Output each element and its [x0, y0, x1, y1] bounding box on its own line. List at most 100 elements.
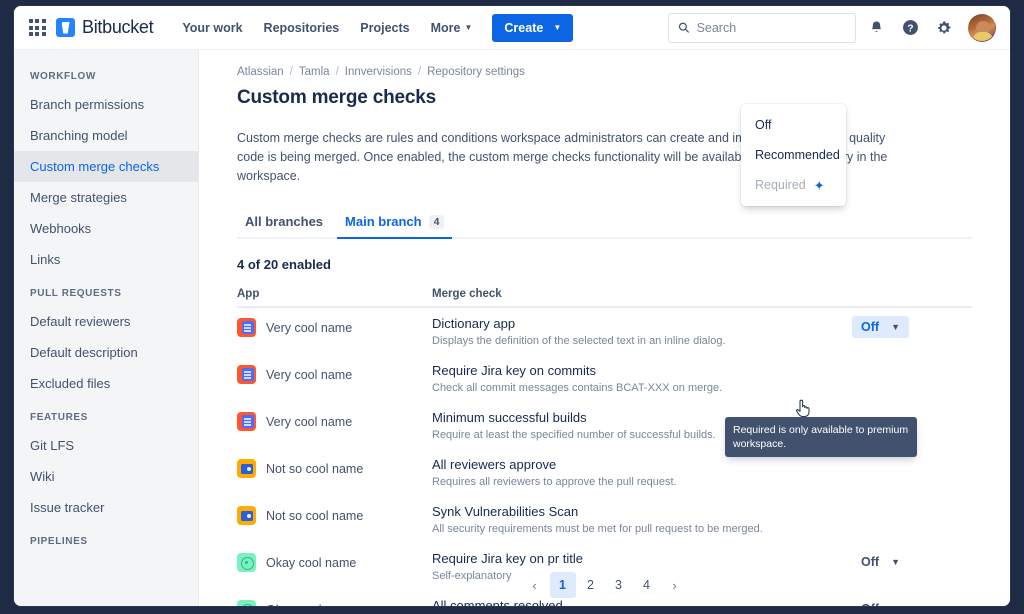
- merge-check-title: Dictionary app: [432, 316, 516, 331]
- breadcrumb-separator: /: [289, 66, 293, 78]
- sidebar-item-default-reviewers[interactable]: Default reviewers: [14, 306, 198, 337]
- tab-main-branch-label: Main branch: [345, 214, 422, 229]
- merge-check-cell: Synk Vulnerabilities Scan All security r…: [432, 503, 852, 537]
- nav-more[interactable]: More ▼: [422, 15, 482, 41]
- app-switcher-grid-icon[interactable]: [24, 15, 50, 41]
- sidebar-heading-pipelines: PIPELINES: [30, 536, 88, 547]
- dictionary-app-icon: [237, 365, 256, 384]
- page-title: Custom merge checks: [237, 87, 436, 108]
- sidebar-item-branching-model[interactable]: Branching model: [14, 120, 198, 151]
- state-cell: Off ▼: [852, 550, 972, 573]
- dropdown-option-required-label: Required: [755, 178, 806, 192]
- tab-main-branch-badge: 4: [428, 214, 445, 229]
- nav-projects[interactable]: Projects: [351, 15, 418, 41]
- search-box[interactable]: [668, 12, 856, 43]
- search-input[interactable]: [696, 20, 846, 35]
- merge-check-description: All security requirements must be met fo…: [432, 523, 763, 535]
- sidebar-item-git-lfs[interactable]: Git LFS: [14, 430, 198, 461]
- dropdown-option-off-label: Off: [755, 118, 772, 132]
- merge-check-cell: All comments resolved All comments on th…: [432, 597, 852, 606]
- state-dropdown-button[interactable]: Off ▼: [852, 316, 909, 338]
- tab-all-branches-label: All branches: [245, 214, 324, 229]
- merge-check-cell: Require Jira key on commits Check all co…: [432, 362, 852, 396]
- sidebar-heading-features: FEATURES: [30, 412, 88, 423]
- wallet-app-icon: [237, 506, 256, 525]
- breadcrumb-item-tamla[interactable]: Tamla: [299, 66, 330, 78]
- branch-tabs: All branches Main branch 4: [237, 208, 972, 239]
- state-dropdown-menu: Off Recommended Required ✦: [741, 104, 846, 206]
- chevron-down-icon: ▼: [891, 322, 900, 332]
- tab-main-branch[interactable]: Main branch 4: [337, 208, 453, 239]
- merge-check-title: Require Jira key on commits: [432, 363, 596, 378]
- enabled-count: 4 of 20 enabled: [237, 257, 331, 272]
- bitbucket-logo[interactable]: Bitbucket: [56, 17, 154, 38]
- sidebar-item-wiki[interactable]: Wiki: [14, 461, 198, 492]
- sidebar-heading-pull-requests: PULL REQUESTS: [30, 288, 122, 299]
- create-button[interactable]: Create ▼: [492, 13, 574, 42]
- nav-repositories-label: Repositories: [263, 20, 340, 35]
- app-cell: Not so cool name: [237, 456, 432, 478]
- pagination-next-button[interactable]: ›: [662, 572, 688, 598]
- help-icon[interactable]: ?: [896, 14, 924, 42]
- pagination-page-1[interactable]: 1: [549, 572, 576, 598]
- sidebar-item-merge-strategies[interactable]: Merge strategies: [14, 182, 198, 213]
- svg-text:?: ?: [907, 23, 913, 34]
- app-cell: Very cool name: [237, 409, 432, 431]
- pagination-page-2[interactable]: 2: [578, 572, 604, 598]
- nav-more-label: More: [430, 20, 461, 35]
- merge-check-description: Check all commit messages contains BCAT-…: [432, 382, 723, 394]
- nav-repositories[interactable]: Repositories: [255, 15, 349, 41]
- table-header-row: App Merge check: [237, 288, 972, 308]
- state-cell: [852, 362, 972, 363]
- atom-app-icon: [237, 553, 256, 572]
- brand-name: Bitbucket: [82, 17, 154, 37]
- table-row: Not so cool name Synk Vulnerabilities Sc…: [237, 496, 972, 543]
- main-content: Atlassian / Tamla / Innvervisions / Repo…: [199, 50, 1010, 606]
- breadcrumb-item-atlassian[interactable]: Atlassian: [237, 66, 284, 78]
- create-button-label: Create: [504, 20, 544, 35]
- settings-sidebar: WORKFLOW Branch permissions Branching mo…: [14, 50, 199, 606]
- app-name: Not so cool name: [266, 508, 364, 523]
- pagination: ‹ 1 2 3 4 ›: [199, 572, 1010, 598]
- breadcrumb-item-repository-settings[interactable]: Repository settings: [427, 66, 525, 78]
- merge-check-description: Requires all reviewers to approve the pu…: [432, 476, 677, 488]
- state-cell: Off ▼: [852, 315, 972, 338]
- sidebar-item-custom-merge-checks[interactable]: Custom merge checks: [14, 151, 198, 182]
- breadcrumb-separator: /: [417, 66, 422, 78]
- sidebar-item-branch-permissions[interactable]: Branch permissions: [14, 89, 198, 120]
- breadcrumb-item-innvervisions[interactable]: Innvervisions: [345, 66, 412, 78]
- settings-gear-icon[interactable]: [930, 14, 958, 42]
- sidebar-item-excluded-files[interactable]: Excluded files: [14, 368, 198, 399]
- app-cell: Very cool name: [237, 362, 432, 384]
- state-dropdown-button[interactable]: Off ▼: [852, 551, 909, 573]
- sidebar-item-webhooks[interactable]: Webhooks: [14, 213, 198, 244]
- sidebar-item-default-description[interactable]: Default description: [14, 337, 198, 368]
- state-dropdown-value: Off: [861, 602, 879, 606]
- breadcrumb-separator: /: [335, 66, 339, 78]
- pagination-prev-button[interactable]: ‹: [522, 572, 548, 598]
- dropdown-option-recommended[interactable]: Recommended: [741, 140, 846, 170]
- merge-check-cell: All reviewers approve Requires all revie…: [432, 456, 852, 490]
- state-cell: Off ▼: [852, 597, 972, 606]
- state-dropdown-button[interactable]: Off ▼: [852, 598, 909, 606]
- dropdown-option-required[interactable]: Required ✦: [741, 170, 846, 200]
- app-name: Very cool name: [266, 414, 353, 429]
- column-header-app: App: [237, 288, 260, 300]
- chevron-down-icon: ▼: [464, 23, 473, 32]
- nav-your-work[interactable]: Your work: [173, 15, 251, 41]
- user-avatar[interactable]: [968, 13, 996, 42]
- dropdown-option-off[interactable]: Off: [741, 110, 846, 140]
- chevron-down-icon: ▼: [891, 557, 900, 567]
- notifications-icon[interactable]: [862, 14, 890, 42]
- premium-tooltip: Required is only available to premium wo…: [725, 417, 917, 457]
- sidebar-item-links[interactable]: Links: [14, 244, 198, 275]
- premium-sparkle-icon: ✦: [813, 177, 825, 193]
- pagination-page-4[interactable]: 4: [634, 572, 660, 598]
- nav-projects-label: Projects: [360, 20, 410, 35]
- state-cell: [852, 409, 972, 410]
- sidebar-item-issue-tracker[interactable]: Issue tracker: [14, 492, 198, 523]
- top-navigation-bar: Bitbucket Your work Repositories Project…: [14, 6, 1010, 50]
- chevron-down-icon: ▼: [553, 23, 562, 32]
- pagination-page-3[interactable]: 3: [606, 572, 632, 598]
- tab-all-branches[interactable]: All branches: [237, 208, 331, 239]
